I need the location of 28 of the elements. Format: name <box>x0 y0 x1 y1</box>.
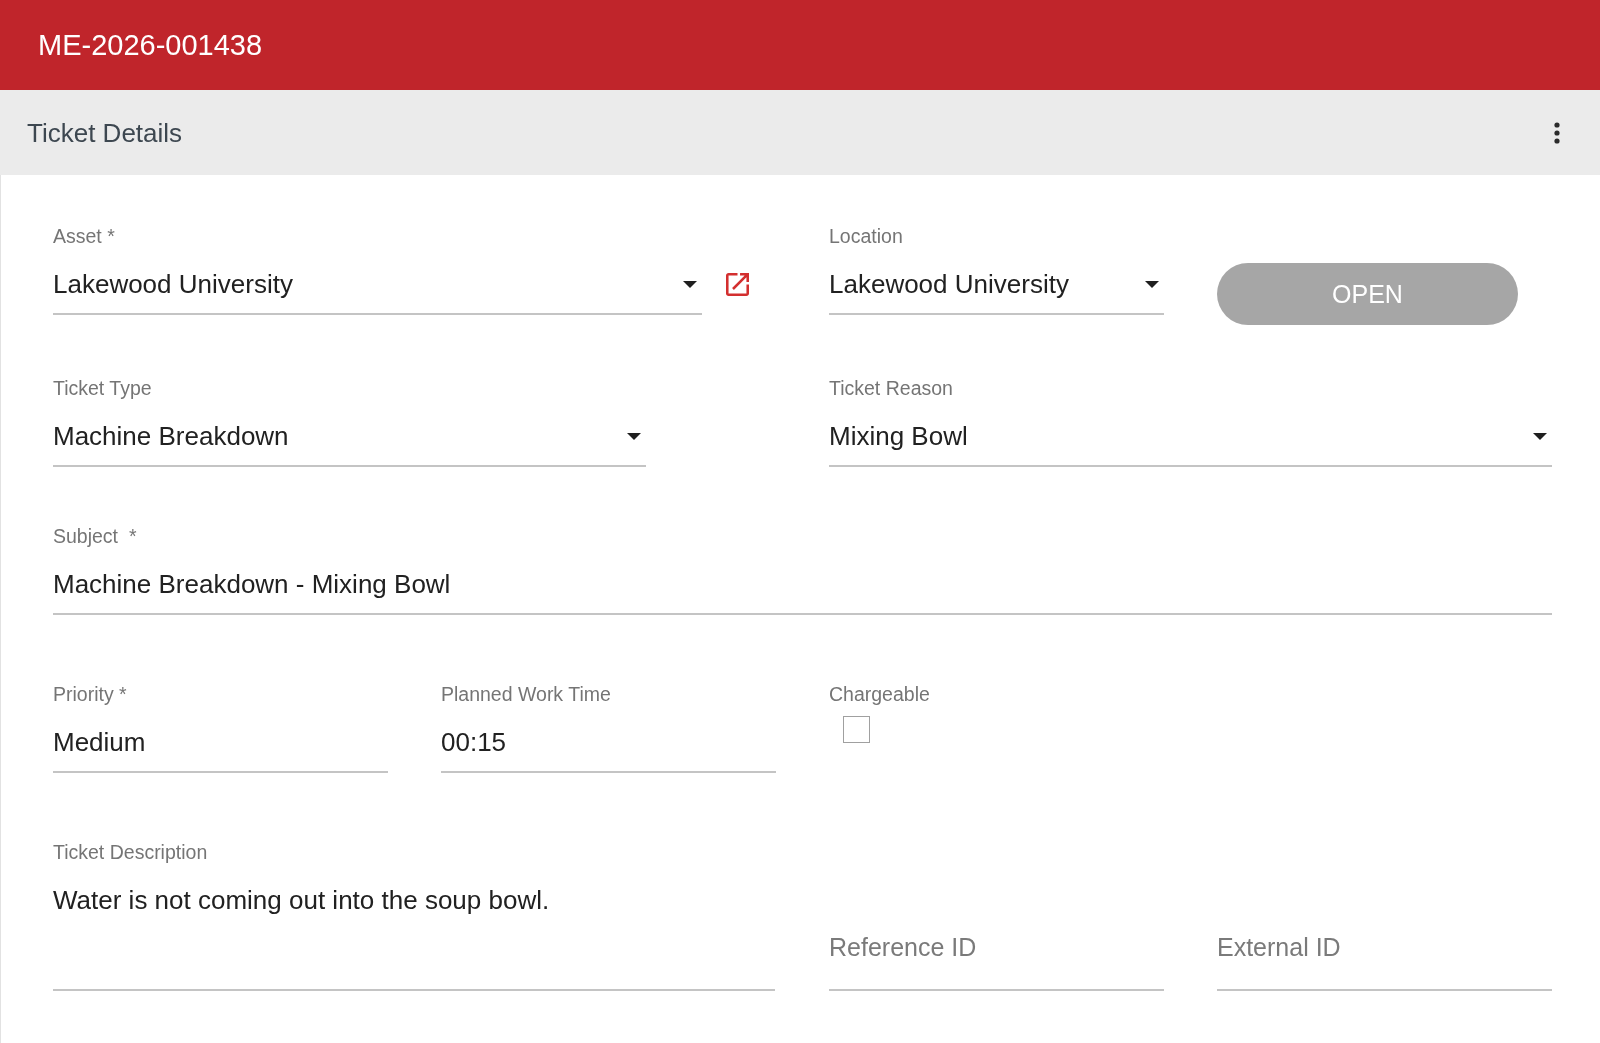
external-link-icon[interactable] <box>726 273 749 296</box>
text-field[interactable]: 00:15 <box>441 726 776 773</box>
field-label: Chargeable <box>829 683 930 705</box>
field-label: Location <box>829 225 903 247</box>
dropdown-field[interactable]: Lakewood University <box>829 268 1164 315</box>
field-label: Ticket Reason <box>829 377 953 399</box>
field-label: Priority * <box>53 683 127 705</box>
field-label: Ticket Type <box>53 377 152 399</box>
dropdown-field[interactable]: Lakewood University <box>53 268 702 315</box>
field-label: Subject * <box>53 525 137 547</box>
field-label: Asset * <box>53 225 115 247</box>
text-field[interactable]: Machine Breakdown - Mixing Bowl <box>53 568 1552 615</box>
text-field[interactable]: Medium <box>53 726 388 773</box>
caret-icon <box>1533 432 1547 440</box>
caret-icon <box>627 432 641 440</box>
caret-icon <box>683 280 697 288</box>
dropdown-field[interactable]: Machine Breakdown <box>53 420 646 467</box>
checkbox[interactable] <box>843 716 870 743</box>
section-title: Ticket Details <box>27 117 183 148</box>
dropdown-field[interactable]: Mixing Bowl <box>829 420 1552 467</box>
input-field[interactable]: Reference ID <box>829 931 1164 991</box>
field-label: Ticket Description <box>53 841 208 863</box>
text-area[interactable]: Water is not coming out into the soup bowl. <box>53 884 775 991</box>
input-field[interactable]: External ID <box>1217 931 1552 991</box>
field-label: Planned Work Time <box>441 683 611 705</box>
ticket-number: ME-2026-001438 <box>38 28 263 62</box>
more-menu-icon[interactable] <box>1554 121 1560 144</box>
caret-icon <box>1145 280 1159 288</box>
